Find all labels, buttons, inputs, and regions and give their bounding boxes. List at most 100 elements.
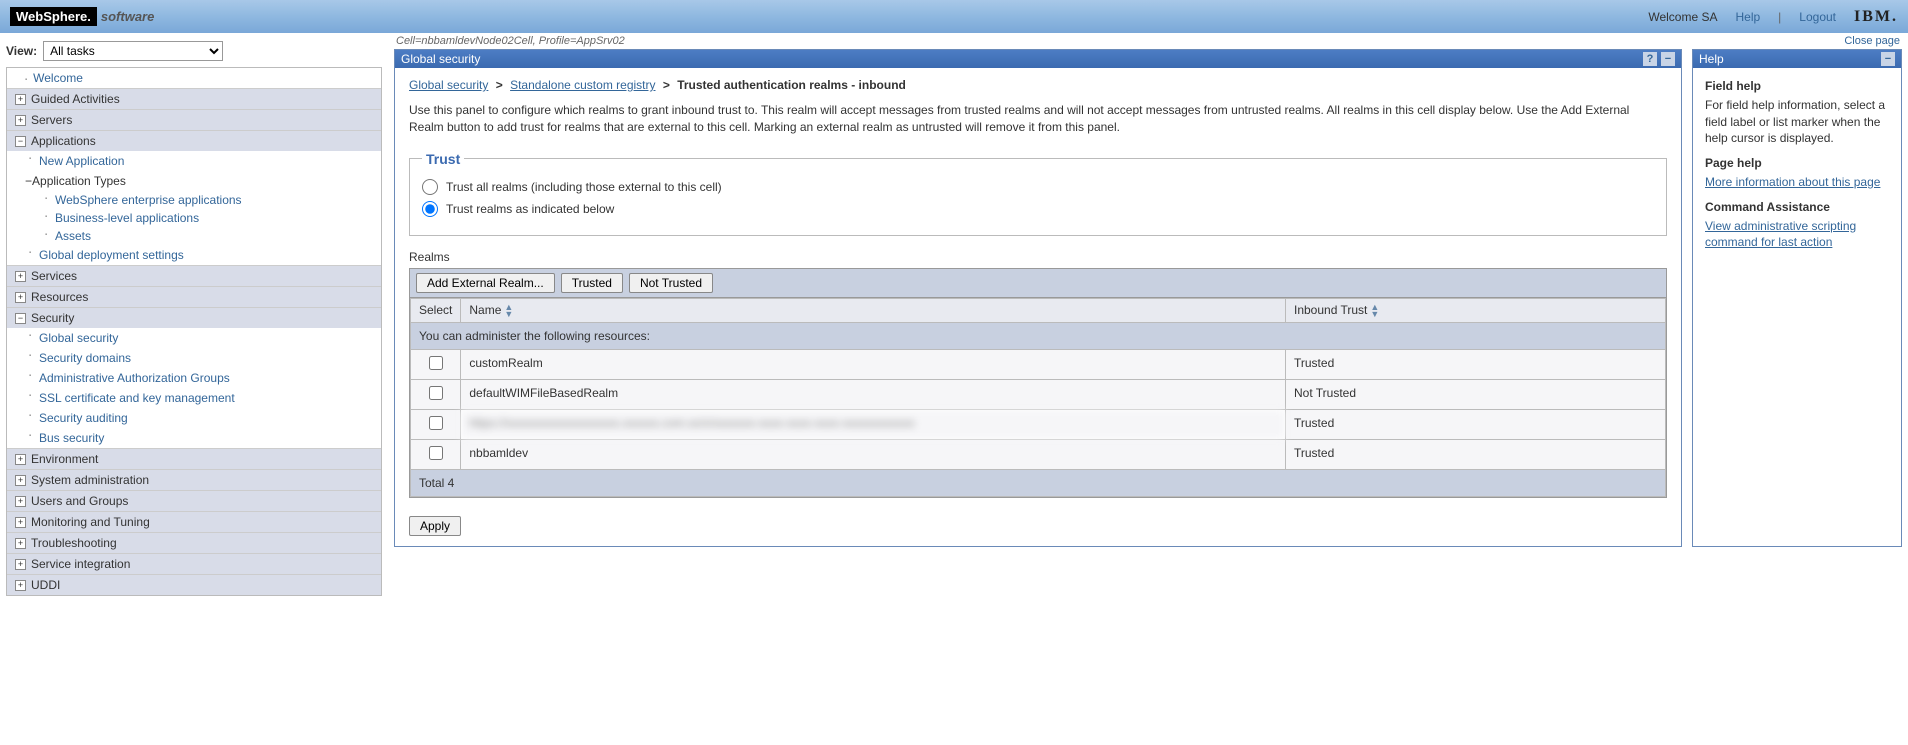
- radio-trust-all-label: Trust all realms (including those extern…: [446, 180, 722, 194]
- minimize-icon[interactable]: −: [1881, 52, 1895, 66]
- radio-trust-below-label: Trust realms as indicated below: [446, 202, 614, 216]
- table-row: https://xxxxxxxxxxxxxxxxxxx.xxxxxx.com.x…: [411, 409, 1666, 439]
- nav-applications[interactable]: −Applications: [7, 130, 381, 151]
- realm-name: defaultWIMFileBasedRealm: [461, 379, 1286, 409]
- minimize-icon[interactable]: −: [1661, 52, 1675, 66]
- nav-global-security[interactable]: Global security: [7, 328, 381, 348]
- table-row: defaultWIMFileBasedRealmNot Trusted: [411, 379, 1666, 409]
- nav-tree: Welcome +Guided Activities +Servers −App…: [6, 67, 382, 596]
- ibm-logo: IBM.: [1854, 8, 1898, 26]
- nav-users-groups[interactable]: +Users and Groups: [7, 490, 381, 511]
- separator: |: [1778, 10, 1781, 24]
- nav-troubleshooting[interactable]: +Troubleshooting: [7, 532, 381, 553]
- apply-button[interactable]: Apply: [409, 516, 461, 536]
- nav-monitoring[interactable]: +Monitoring and Tuning: [7, 511, 381, 532]
- realms-label: Realms: [409, 250, 1667, 264]
- page-description: Use this panel to configure which realms…: [409, 102, 1667, 137]
- nav-uddi[interactable]: +UDDI: [7, 574, 381, 595]
- radio-trust-below[interactable]: [422, 201, 438, 217]
- cell-profile-info: Cell=nbbamldevNode02Cell, Profile=AppSrv…: [396, 35, 625, 47]
- command-assistance-heading: Command Assistance: [1705, 199, 1889, 216]
- collapse-icon[interactable]: −: [25, 174, 32, 188]
- logout-link[interactable]: Logout: [1799, 10, 1836, 24]
- nav-bus-security[interactable]: Bus security: [7, 428, 381, 448]
- realm-trust: Trusted: [1286, 349, 1666, 379]
- realm-name: nbbamldev: [461, 439, 1286, 469]
- collapse-icon[interactable]: −: [15, 313, 26, 324]
- nav-welcome[interactable]: Welcome: [33, 71, 83, 85]
- trusted-button[interactable]: Trusted: [561, 273, 623, 293]
- col-select: Select: [411, 298, 461, 322]
- nav-business-level-apps[interactable]: Business-level applications: [7, 209, 381, 227]
- expand-icon[interactable]: +: [15, 115, 26, 126]
- help-portlet-title: Help: [1699, 52, 1724, 66]
- main-portlet: Global security ? − Global security > St…: [394, 49, 1682, 547]
- page-help-link[interactable]: More information about this page: [1705, 175, 1880, 189]
- crumb-global-security[interactable]: Global security: [409, 78, 488, 92]
- expand-icon[interactable]: +: [15, 538, 26, 549]
- expand-icon[interactable]: +: [15, 292, 26, 303]
- realm-trust: Trusted: [1286, 409, 1666, 439]
- expand-icon[interactable]: +: [15, 580, 26, 591]
- nav-system-administration[interactable]: +System administration: [7, 469, 381, 490]
- nav-service-integration[interactable]: +Service integration: [7, 553, 381, 574]
- nav-new-application[interactable]: New Application: [7, 151, 381, 171]
- expand-icon[interactable]: +: [15, 454, 26, 465]
- view-select[interactable]: All tasks: [43, 41, 223, 61]
- row-checkbox[interactable]: [429, 416, 443, 430]
- sort-icon[interactable]: ▲▼: [504, 304, 513, 318]
- nav-services[interactable]: +Services: [7, 265, 381, 286]
- brand-websphere: WebSphere.: [10, 7, 97, 26]
- help-icon[interactable]: ?: [1643, 52, 1657, 66]
- nav-resources[interactable]: +Resources: [7, 286, 381, 307]
- nav-security-auditing[interactable]: Security auditing: [7, 408, 381, 428]
- expand-icon[interactable]: +: [15, 271, 26, 282]
- nav-security-domains[interactable]: Security domains: [7, 348, 381, 368]
- row-checkbox[interactable]: [429, 356, 443, 370]
- realm-trust: Trusted: [1286, 439, 1666, 469]
- col-inbound-trust[interactable]: Inbound Trust▲▼: [1286, 298, 1666, 322]
- page-help-heading: Page help: [1705, 155, 1889, 172]
- brand-logo: WebSphere. software: [10, 7, 154, 26]
- expand-icon[interactable]: +: [15, 517, 26, 528]
- welcome-user: Welcome SA: [1648, 10, 1717, 24]
- expand-icon[interactable]: +: [15, 496, 26, 507]
- row-checkbox[interactable]: [429, 446, 443, 460]
- collapse-icon[interactable]: −: [15, 136, 26, 147]
- total-row: Total 4: [411, 469, 1666, 496]
- expand-icon[interactable]: +: [15, 94, 26, 105]
- trust-fieldset: Trust Trust all realms (including those …: [409, 151, 1667, 236]
- nav-ssl[interactable]: SSL certificate and key management: [7, 388, 381, 408]
- crumb-current: Trusted authentication realms - inbound: [677, 78, 906, 92]
- nav-application-types[interactable]: −Application Types: [7, 171, 381, 191]
- nav-security[interactable]: −Security: [7, 307, 381, 328]
- col-name[interactable]: Name▲▼: [461, 298, 1286, 322]
- trust-legend: Trust: [422, 151, 464, 167]
- command-assistance-link[interactable]: View administrative scripting command fo…: [1705, 219, 1856, 250]
- nav-assets[interactable]: Assets: [7, 227, 381, 245]
- crumb-standalone-registry[interactable]: Standalone custom registry: [510, 78, 655, 92]
- add-external-realm-button[interactable]: Add External Realm...: [416, 273, 555, 293]
- brand-software: software: [101, 9, 154, 24]
- field-help-text: For field help information, select a fie…: [1705, 97, 1889, 147]
- expand-icon[interactable]: +: [15, 559, 26, 570]
- nav-servers[interactable]: +Servers: [7, 109, 381, 130]
- nav-ws-enterprise-apps[interactable]: WebSphere enterprise applications: [7, 191, 381, 209]
- sort-icon[interactable]: ▲▼: [1370, 304, 1379, 318]
- nav-global-deployment[interactable]: Global deployment settings: [7, 245, 381, 265]
- breadcrumb: Global security > Standalone custom regi…: [409, 78, 1667, 92]
- realms-table: Select Name▲▼ Inbound Trust▲▼ You can ad…: [410, 298, 1666, 497]
- nav-admin-auth-groups[interactable]: Administrative Authorization Groups: [7, 368, 381, 388]
- portlet-title: Global security: [401, 52, 480, 66]
- nav-environment[interactable]: +Environment: [7, 448, 381, 469]
- help-link[interactable]: Help: [1735, 10, 1760, 24]
- expand-icon[interactable]: +: [15, 475, 26, 486]
- not-trusted-button[interactable]: Not Trusted: [629, 273, 713, 293]
- radio-trust-all[interactable]: [422, 179, 438, 195]
- close-page-link[interactable]: Close page: [1844, 35, 1900, 47]
- admin-resources-row: You can administer the following resourc…: [411, 322, 1666, 349]
- nav-guided-activities[interactable]: +Guided Activities: [7, 88, 381, 109]
- table-row: customRealmTrusted: [411, 349, 1666, 379]
- realm-trust: Not Trusted: [1286, 379, 1666, 409]
- row-checkbox[interactable]: [429, 386, 443, 400]
